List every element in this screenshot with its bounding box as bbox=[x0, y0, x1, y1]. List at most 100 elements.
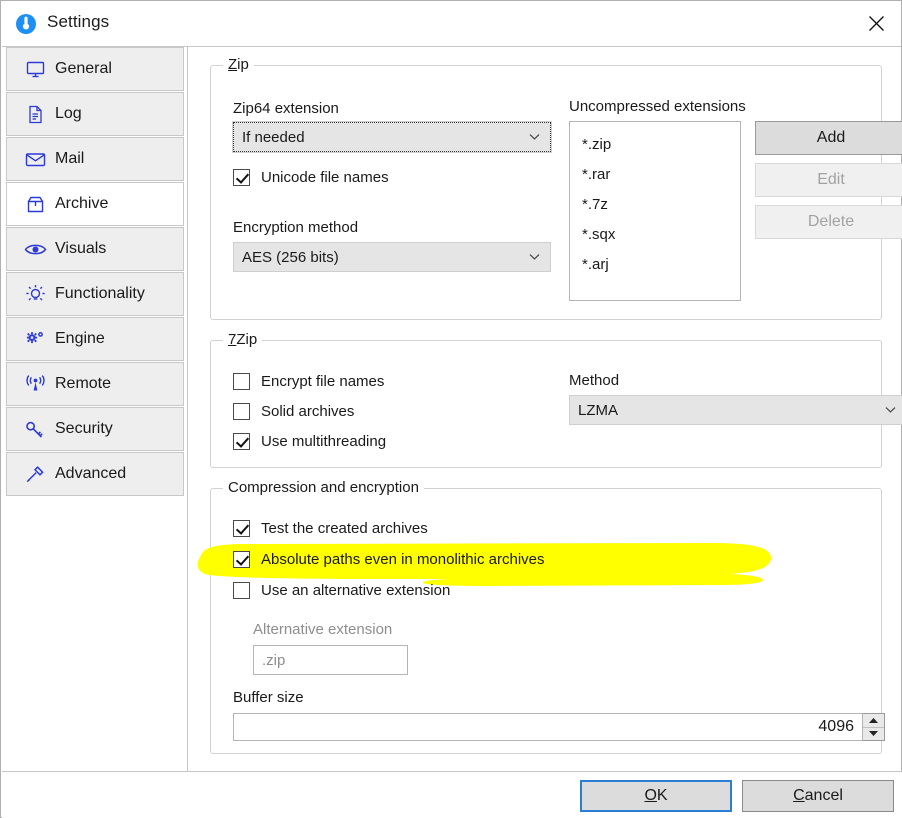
ok-button-accel: O bbox=[644, 787, 657, 804]
sidebar-item-label: Remote bbox=[55, 375, 112, 392]
solid-archives-checkbox[interactable]: Solid archives bbox=[233, 403, 354, 420]
bulb-icon bbox=[21, 284, 49, 305]
chevron-down-icon bbox=[529, 253, 540, 261]
sevenzip-group-title-rest: Zip bbox=[236, 331, 258, 348]
sidebar-item-engine[interactable]: Engine bbox=[6, 317, 184, 361]
chevron-down-icon bbox=[529, 133, 540, 141]
sevenzip-groupbox: 7Zip Encrypt file names Solid archives U… bbox=[210, 331, 902, 468]
zip-group-title-rest: ip bbox=[237, 56, 249, 73]
cancel-button-rest: ancel bbox=[804, 787, 843, 804]
sidebar-item-log[interactable]: Log bbox=[6, 92, 184, 136]
compression-groupbox: Compression and encryption Test the crea… bbox=[210, 479, 885, 754]
sidebar-item-remote[interactable]: Remote bbox=[6, 362, 184, 406]
hammer-icon bbox=[21, 465, 49, 484]
window-title: Settings bbox=[47, 12, 110, 31]
checkbox-box bbox=[233, 551, 250, 568]
sidebar-item-label: Advanced bbox=[55, 465, 127, 482]
checkbox-box bbox=[233, 373, 250, 390]
encrypt-file-names-checkbox[interactable]: Encrypt file names bbox=[233, 373, 384, 390]
checkbox-box bbox=[233, 169, 250, 186]
zip64-label: Zip64 extension bbox=[233, 100, 339, 117]
list-item[interactable]: *.rar bbox=[570, 160, 740, 190]
buffer-size-input[interactable]: 4096 bbox=[233, 713, 863, 741]
checkbox-box bbox=[233, 433, 250, 450]
test-created-archives-label: Test the created archives bbox=[261, 520, 428, 537]
sidebar-item-functionality[interactable]: Functionality bbox=[6, 272, 184, 316]
stepper-down-icon[interactable] bbox=[863, 728, 884, 741]
title-bar: Settings bbox=[1, 1, 901, 46]
sidebar-item-label: Mail bbox=[55, 150, 85, 167]
edit-extension-button[interactable]: Edit bbox=[755, 163, 902, 197]
sidebar-item-label: Security bbox=[55, 420, 113, 437]
add-extension-button[interactable]: Add bbox=[755, 121, 902, 155]
stepper-up-icon[interactable] bbox=[863, 714, 884, 728]
buffer-size-stepper bbox=[863, 713, 885, 741]
method-label: Method bbox=[569, 372, 620, 389]
sevenzip-group-title: 7Zip bbox=[223, 331, 263, 348]
checkbox-box bbox=[233, 403, 250, 420]
buffer-size-label: Buffer size bbox=[233, 689, 304, 706]
sidebar-item-general[interactable]: General bbox=[6, 47, 184, 91]
solid-archives-label: Solid archives bbox=[261, 403, 355, 420]
envelope-icon bbox=[21, 150, 49, 169]
sidebar-item-label: General bbox=[55, 60, 112, 77]
sidebar-item-label: Engine bbox=[55, 330, 105, 347]
encryption-method-label: Encryption method bbox=[233, 219, 359, 236]
use-alternative-extension-label: Use an alternative extension bbox=[261, 582, 451, 599]
monitor-icon bbox=[21, 60, 49, 79]
delete-extension-button[interactable]: Delete bbox=[755, 205, 902, 239]
encryption-method-value: AES (256 bits) bbox=[242, 248, 339, 266]
document-icon bbox=[21, 105, 49, 124]
sidebar-item-label: Functionality bbox=[55, 285, 145, 302]
checkbox-box bbox=[233, 582, 250, 599]
method-combobox[interactable]: LZMA bbox=[569, 395, 902, 425]
disc-lock-icon bbox=[15, 13, 37, 35]
list-item[interactable]: *.7z bbox=[570, 190, 740, 220]
ok-button-rest: K bbox=[656, 787, 668, 804]
settings-sidebar: General Log Mail Archive Visuals Functio… bbox=[2, 46, 187, 818]
encryption-method-combobox[interactable]: AES (256 bits) bbox=[233, 242, 551, 272]
zip-group-title: Zip bbox=[223, 56, 254, 73]
encrypt-file-names-label: Encrypt file names bbox=[261, 373, 385, 390]
archive-settings-pane: Zip Zip64 extension If needed Unicode fi… bbox=[187, 46, 902, 771]
close-icon[interactable] bbox=[851, 1, 901, 46]
list-item[interactable]: *.zip bbox=[570, 130, 740, 160]
chevron-down-icon bbox=[885, 406, 896, 414]
list-item[interactable]: *.arj bbox=[570, 250, 740, 280]
settings-window: Settings General Log Mail Archive Visual… bbox=[0, 0, 902, 818]
cancel-button[interactable]: Cancel bbox=[742, 780, 894, 812]
unicode-file-names-checkbox[interactable]: Unicode file names bbox=[233, 169, 389, 186]
antenna-icon bbox=[21, 374, 49, 394]
zip64-value: If needed bbox=[242, 128, 305, 146]
box-icon bbox=[21, 195, 49, 214]
compression-group-title: Compression and encryption bbox=[223, 479, 424, 496]
sidebar-item-label: Archive bbox=[55, 195, 109, 212]
sidebar-item-label: Visuals bbox=[55, 240, 107, 257]
list-item[interactable]: *.sqx bbox=[570, 220, 740, 250]
use-multithreading-checkbox[interactable]: Use multithreading bbox=[233, 433, 386, 450]
sidebar-item-archive[interactable]: Archive bbox=[6, 182, 184, 226]
unicode-file-names-label: Unicode file names bbox=[261, 169, 389, 186]
sidebar-item-label: Log bbox=[55, 105, 82, 122]
zip-groupbox: Zip Zip64 extension If needed Unicode fi… bbox=[210, 56, 902, 320]
buffer-size-field: 4096 bbox=[233, 713, 885, 741]
dialog-footer: OK Cancel bbox=[2, 771, 902, 818]
use-alternative-extension-checkbox[interactable]: Use an alternative extension bbox=[233, 582, 450, 599]
cancel-button-accel: C bbox=[793, 787, 805, 804]
sidebar-item-mail[interactable]: Mail bbox=[6, 137, 184, 181]
sidebar-item-security[interactable]: Security bbox=[6, 407, 184, 451]
sidebar-item-visuals[interactable]: Visuals bbox=[6, 227, 184, 271]
alternative-extension-input[interactable]: .zip bbox=[253, 645, 408, 675]
method-value: LZMA bbox=[578, 401, 619, 419]
zip64-extension-combobox[interactable]: If needed bbox=[232, 121, 552, 153]
test-created-archives-checkbox[interactable]: Test the created archives bbox=[233, 520, 428, 537]
sidebar-item-advanced[interactable]: Advanced bbox=[6, 452, 184, 496]
ok-button[interactable]: OK bbox=[580, 780, 732, 812]
uncompressed-extensions-label: Uncompressed extensions bbox=[569, 98, 746, 115]
eye-icon bbox=[21, 241, 49, 258]
absolute-paths-checkbox[interactable]: Absolute paths even in monolithic archiv… bbox=[233, 551, 545, 568]
alternative-extension-label: Alternative extension bbox=[253, 621, 393, 638]
checkbox-box bbox=[233, 520, 250, 537]
uncompressed-extensions-list[interactable]: *.zip *.rar *.7z *.sqx *.arj bbox=[569, 121, 741, 301]
use-multithreading-label: Use multithreading bbox=[261, 433, 387, 450]
